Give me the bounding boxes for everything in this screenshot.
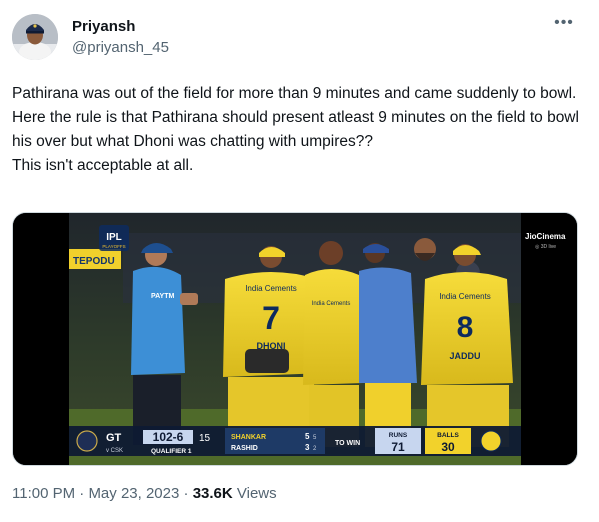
umpire-logo-text: PAYTM	[151, 293, 175, 300]
author-block[interactable]: Priyansh @priyansh_45	[72, 18, 169, 58]
tweet-date[interactable]: May 23, 2023	[88, 485, 179, 502]
jersey-left-number: 7	[262, 300, 280, 336]
video-frame: TEPODU IPL PLAYOFFS PAYTM India Cements …	[69, 213, 521, 465]
batter2-name: RASHID	[231, 445, 258, 452]
tweet-media-image[interactable]: TEPODU IPL PLAYOFFS PAYTM India Cements …	[12, 212, 578, 466]
batter1-runs: 5	[305, 432, 310, 441]
meta-separator: ·	[183, 485, 189, 502]
views-label: Views	[236, 485, 277, 502]
scorebar: GT v CSK 102-6 15 QUALIFIER 1 SHANKAR 5 …	[69, 426, 521, 456]
ipl-logo: IPL PLAYOFFS	[99, 225, 129, 251]
scorebar-to-win: TO WIN	[335, 440, 360, 447]
batter2-runs: 3	[305, 443, 310, 452]
ipl-logo-text: IPL	[106, 232, 122, 243]
jersey-right-name: JADDU	[449, 351, 480, 361]
runs-value: 71	[391, 440, 405, 454]
balls-value: 30	[441, 440, 455, 454]
ad-board-text: TEPODU	[73, 256, 115, 267]
scorebar-vs: v CSK	[106, 448, 123, 454]
avatar[interactable]	[12, 14, 58, 60]
tweet-metadata: 11:00 PM · May 23, 2023 · 33.6K Views	[12, 484, 277, 504]
jersey-left-sponsor: India Cements	[245, 284, 297, 293]
jersey-right-number: 8	[457, 311, 474, 344]
tweet-time[interactable]: 11:00 PM	[12, 485, 75, 502]
tweet-card[interactable]: Priyansh @priyansh_45 ••• Pathirana was …	[0, 0, 599, 522]
batter1-name: SHANKAR	[231, 434, 266, 441]
balls-label: BALLS	[437, 432, 459, 439]
author-handle[interactable]: @priyansh_45	[72, 38, 169, 58]
ipl-logo-subtext: PLAYOFFS	[102, 244, 125, 249]
meta-separator: ·	[79, 485, 85, 502]
views-count: 33.6K	[192, 485, 233, 502]
broadcaster-logo: JioCinema	[525, 232, 566, 241]
tweet-text: Pathirana was out of the field for more …	[12, 85, 579, 174]
jersey-middle-sponsor: India Cements	[312, 301, 351, 307]
runs-label: RUNS	[389, 432, 408, 439]
scorebar-match: QUALIFIER 1	[151, 448, 192, 455]
player-blue-figure	[359, 243, 417, 447]
scorebar-batting-team: GT	[106, 432, 122, 444]
broadcaster-sub: ◎ 3D live	[535, 244, 556, 250]
more-options-icon[interactable]: •••	[553, 15, 575, 38]
jersey-right-sponsor: India Cements	[439, 292, 491, 301]
author-display-name[interactable]: Priyansh	[72, 18, 169, 36]
scorebar-score: 102-6	[153, 430, 184, 444]
scorebar-overs: 15	[199, 433, 211, 444]
